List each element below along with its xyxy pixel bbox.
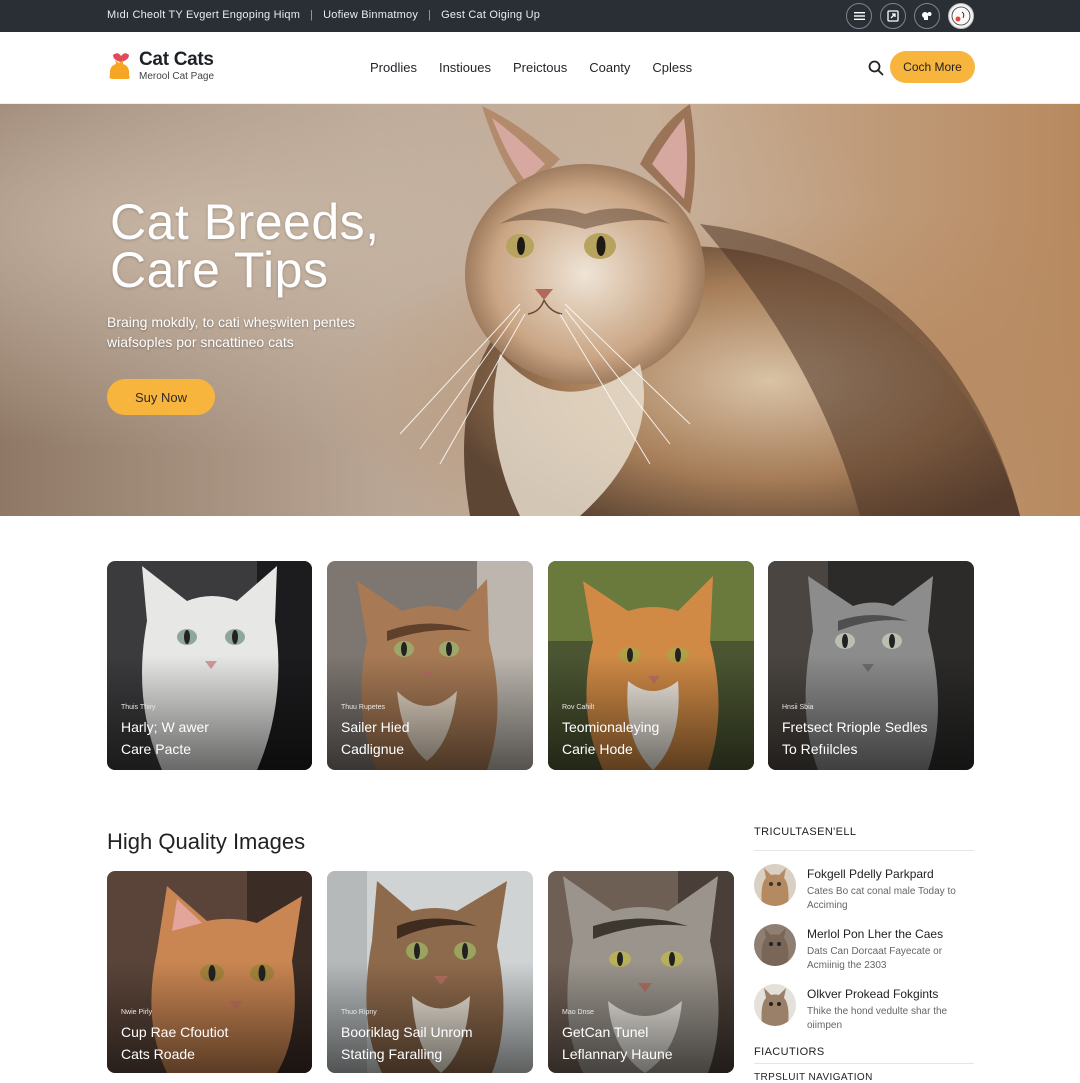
hero-cat-image [399,104,1020,516]
sidebar-heading-2: FIACUTIORS [754,1046,825,1058]
logo-text: Cat Cats Merool Cat Page [139,49,215,83]
divider [754,1063,974,1064]
sidebar-item[interactable]: Merlol Pon Lher the Caes Dats Can Dorcaa… [754,924,976,980]
card-title: GetCan Tunel Leflannary Haune [562,1024,673,1062]
card-kicker: Thuu Rupetes [341,704,385,711]
nav-item-cpless[interactable]: Cpless [652,60,692,75]
breed-card-1[interactable]: Thuis Thiry Harly; W awer Care Pacte [107,561,312,770]
image-card-1[interactable]: Nwie Pirly Cup Rae Cfoutiot Cats Roade [107,871,312,1073]
top-link-1[interactable]: Mıdı Cheolt TY Evgert Engoping Hiqm [107,9,300,21]
hero-banner: Cat Breeds, Care Tips Braing mokdly, to … [0,104,1080,516]
hero-title: Cat Breeds, Care Tips [110,194,380,298]
cat-logo-icon [107,51,133,81]
sidebar-item[interactable]: Olkver Prokead Fokgints Thike the hond v… [754,984,976,1040]
sidebar-heading: TRICULTASEN'ELL [754,826,857,838]
nav-item-prodlies[interactable]: Prodlies [370,60,417,75]
nav-item-instioues[interactable]: Instioues [439,60,491,75]
card-title: Cup Rae Cfoutiot Cats Roade [121,1024,229,1062]
top-icons [846,3,974,29]
sidebar-item-title: Olkver Prokead Fokgints [807,987,939,1001]
sidebar-item-desc: Thike the hond vedulte shar the oiimpen [807,1006,948,1031]
hero-subtitle: Braing mokdly, to cati whes̤witen pentes… [107,314,355,350]
card-kicker: Nwie Pirly [121,1009,153,1016]
sidebar-item-title: Fokgell Pdelly Parkpard [807,867,934,881]
coch-more-button[interactable]: Coch More [890,51,975,83]
sidebar-item-title: Merlol Pon Lher the Caes [807,927,944,941]
card-title: Sailer Hied Cadlignue [341,719,410,757]
top-links: Mıdı Cheolt TY Evgert Engoping Hiqm | Uo… [107,9,540,21]
card-title: Harly; W awer Care Pacte [121,719,209,757]
separator: | [310,9,314,21]
breed-card-3[interactable]: Rov Cahilt Teomionaleying Carie Hode [548,561,754,770]
image-card-3[interactable]: Mao Dnse GetCan Tunel Leflannary Haune [548,871,734,1073]
card-title: Fretsect Rriople Sedles To Refıilcles [782,719,928,757]
separator: | [428,9,432,21]
main-nav: Prodlies Instioues Preictous Coanty Cple… [370,60,692,75]
sidebar-item[interactable]: Fokgell Pdelly Parkpard Cates Bo cat con… [754,864,976,920]
card-title: Teomionaleying Carie Hode [562,719,660,757]
puzzle-icon[interactable] [914,3,940,29]
card-kicker: Rov Cahilt [562,704,595,711]
sidebar-item-desc: Cates Bo cat conal male Today to Accimin… [807,886,956,911]
breed-card-4[interactable]: Hnsii Sbia Fretsect Rriople Sedles To Re… [768,561,974,770]
sidebar-thumb [754,924,796,966]
logo[interactable]: Cat Cats Merool Cat Page [107,50,214,82]
card-kicker: Thuis Thiry [121,704,156,711]
card-kicker: Mao Dnse [562,1009,594,1016]
sidebar-thumb [754,984,796,1026]
search-icon[interactable] [867,59,885,77]
top-bar: Mıdı Cheolt TY Evgert Engoping Hiqm | Uo… [0,0,1080,32]
card-title: Booriklag Sail Unrom Stating Faralling [341,1024,473,1062]
buy-now-button[interactable]: Suy Now [107,379,215,415]
breed-card-2[interactable]: Thuu Rupetes Sailer Hied Cadlignue [327,561,533,770]
nav-item-preictous[interactable]: Preictous [513,60,567,75]
image-card-2[interactable]: Thuo Ripny Booriklag Sail Unrom Stating … [327,871,533,1073]
card-kicker: Hnsii Sbia [782,704,814,711]
card-kicker: Thuo Ripny [341,1009,377,1016]
section-title: High Quality Images [107,829,306,854]
divider [754,850,974,851]
sidebar-item-desc: Dats Can Dorcaat Fayecate or Acmiinig th… [807,946,943,971]
brand-name: Cat Cats [139,49,214,70]
top-link-2[interactable]: Uofiew Binmatmoy [323,9,418,21]
top-link-3[interactable]: Gest Cat Oiging Up [441,9,540,21]
avatar[interactable] [948,3,974,29]
nav-item-coanty[interactable]: Coanty [589,60,630,75]
menu-icon[interactable] [846,3,872,29]
brand-tagline: Merool Cat Page [139,71,215,82]
sidebar-thumb [754,864,796,906]
sidebar-heading-3: TRPSLUIT NAVIGATION [754,1072,873,1083]
export-icon[interactable] [880,3,906,29]
